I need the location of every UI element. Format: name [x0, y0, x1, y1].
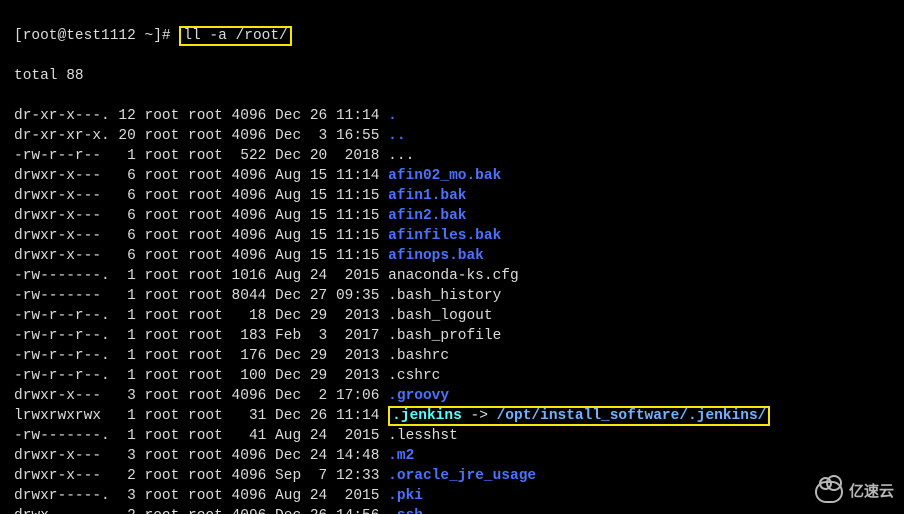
- file-name: afinops.bak: [388, 248, 484, 264]
- list-item: dr-xr-x---. 12 root root 4096 Dec 26 11:…: [14, 106, 894, 126]
- list-item: dr-xr-xr-x. 20 root root 4096 Dec 3 16:5…: [14, 126, 894, 146]
- file-meta: -rw-------. 1 root root 41 Aug 24 2015: [14, 428, 388, 444]
- list-item: -rw-------. 1 root root 41 Aug 24 2015 .…: [14, 426, 894, 446]
- file-name: .jenkins: [392, 408, 462, 424]
- list-item: drwxr-----. 3 root root 4096 Aug 24 2015…: [14, 486, 894, 506]
- list-item: -rw-r--r--. 1 root root 183 Feb 3 2017 .…: [14, 326, 894, 346]
- symlink-highlight: .jenkins -> /opt/install_software/.jenki…: [388, 406, 770, 426]
- file-name: afin2.bak: [388, 208, 466, 224]
- list-item: -rw-------. 1 root root 1016 Aug 24 2015…: [14, 266, 894, 286]
- file-name: afinfiles.bak: [388, 228, 501, 244]
- file-name: ..: [388, 128, 405, 144]
- file-name: ...: [388, 148, 414, 164]
- file-meta: -rw-r--r--. 1 root root 176 Dec 29 2013: [14, 348, 388, 364]
- file-name: .ssh: [388, 508, 423, 514]
- file-name: .bash_profile: [388, 328, 501, 344]
- file-name: .bash_history: [388, 288, 501, 304]
- file-meta: drwxr-x--- 6 root root 4096 Aug 15 11:15: [14, 188, 388, 204]
- file-name: .oracle_jre_usage: [388, 468, 536, 484]
- file-name: afin02_mo.bak: [388, 168, 501, 184]
- list-item: drwx------. 2 root root 4096 Dec 26 14:5…: [14, 506, 894, 514]
- prompt-line-1: [root@test1112 ~]# ll -a /root/: [14, 26, 894, 46]
- file-meta: dr-xr-xr-x. 20 root root 4096 Dec 3 16:5…: [14, 128, 388, 144]
- file-meta: -rw-r--r--. 1 root root 100 Dec 29 2013: [14, 368, 388, 384]
- file-name: .cshrc: [388, 368, 440, 384]
- list-item: -rw-r--r-- 1 root root 522 Dec 20 2018 .…: [14, 146, 894, 166]
- symlink-arrow: ->: [462, 408, 497, 424]
- file-name: .m2: [388, 448, 414, 464]
- list-item: -rw-r--r--. 1 root root 18 Dec 29 2013 .…: [14, 306, 894, 326]
- list-item: drwxr-x--- 2 root root 4096 Sep 7 12:33 …: [14, 466, 894, 486]
- file-meta: dr-xr-x---. 12 root root 4096 Dec 26 11:…: [14, 108, 388, 124]
- file-meta: -rw------- 1 root root 8044 Dec 27 09:35: [14, 288, 388, 304]
- prompt-text: [root@test1112 ~]#: [14, 28, 179, 44]
- list-item: drwxr-x--- 3 root root 4096 Dec 24 14:48…: [14, 446, 894, 466]
- list-item: drwxr-x--- 6 root root 4096 Aug 15 11:15…: [14, 186, 894, 206]
- list-item: drwxr-x--- 6 root root 4096 Aug 15 11:15…: [14, 246, 894, 266]
- list-item: drwxr-x--- 6 root root 4096 Aug 15 11:15…: [14, 206, 894, 226]
- list-item: -rw------- 1 root root 8044 Dec 27 09:35…: [14, 286, 894, 306]
- command-highlight: ll -a /root/: [179, 26, 291, 46]
- total-line: total 88: [14, 66, 894, 86]
- file-meta: drwx------. 2 root root 4096 Dec 26 14:5…: [14, 508, 388, 514]
- list-item: drwxr-x--- 6 root root 4096 Aug 15 11:14…: [14, 166, 894, 186]
- file-name: anaconda-ks.cfg: [388, 268, 519, 284]
- file-name: .groovy: [388, 388, 449, 404]
- file-name: .: [388, 108, 397, 124]
- list-item: lrwxrwxrwx 1 root root 31 Dec 26 11:14 .…: [14, 406, 894, 426]
- file-meta: drwxr-x--- 6 root root 4096 Aug 15 11:15: [14, 248, 388, 264]
- file-meta: -rw-r--r-- 1 root root 522 Dec 20 2018: [14, 148, 388, 164]
- file-listing: dr-xr-x---. 12 root root 4096 Dec 26 11:…: [14, 106, 894, 514]
- list-item: drwxr-x--- 3 root root 4096 Dec 2 17:06 …: [14, 386, 894, 406]
- file-meta: lrwxrwxrwx 1 root root 31 Dec 26 11:14: [14, 408, 388, 424]
- symlink-target: /opt/install_software/.jenkins/: [497, 408, 767, 424]
- terminal-output[interactable]: [root@test1112 ~]# ll -a /root/ total 88…: [0, 0, 904, 514]
- file-meta: drwxr-x--- 3 root root 4096 Dec 2 17:06: [14, 388, 388, 404]
- file-meta: drwxr-x--- 6 root root 4096 Aug 15 11:14: [14, 168, 388, 184]
- list-item: -rw-r--r--. 1 root root 176 Dec 29 2013 …: [14, 346, 894, 366]
- file-name: afin1.bak: [388, 188, 466, 204]
- file-name: .lesshst: [388, 428, 458, 444]
- file-meta: drwxr-x--- 6 root root 4096 Aug 15 11:15: [14, 228, 388, 244]
- file-meta: -rw-r--r--. 1 root root 18 Dec 29 2013: [14, 308, 388, 324]
- file-name: .bashrc: [388, 348, 449, 364]
- file-name: .pki: [388, 488, 423, 504]
- file-meta: drwxr-x--- 2 root root 4096 Sep 7 12:33: [14, 468, 388, 484]
- list-item: -rw-r--r--. 1 root root 100 Dec 29 2013 …: [14, 366, 894, 386]
- list-item: drwxr-x--- 6 root root 4096 Aug 15 11:15…: [14, 226, 894, 246]
- file-meta: drwxr-x--- 6 root root 4096 Aug 15 11:15: [14, 208, 388, 224]
- file-meta: -rw-r--r--. 1 root root 183 Feb 3 2017: [14, 328, 388, 344]
- file-meta: drwxr-x--- 3 root root 4096 Dec 24 14:48: [14, 448, 388, 464]
- file-meta: drwxr-----. 3 root root 4096 Aug 24 2015: [14, 488, 388, 504]
- file-meta: -rw-------. 1 root root 1016 Aug 24 2015: [14, 268, 388, 284]
- file-name: .bash_logout: [388, 308, 492, 324]
